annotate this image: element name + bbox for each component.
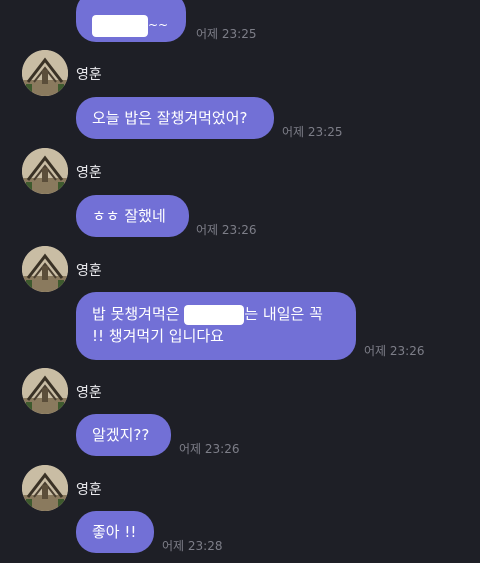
message-bubble[interactable]: 밥 못챙겨먹은 는 내일은 꼭 !! 챙겨먹기 입니다요	[76, 292, 356, 360]
message-text: ~~	[148, 18, 169, 32]
message-timestamp: 어제 23:26	[364, 344, 425, 358]
message-text: 좋아 !!	[92, 523, 137, 541]
avatar-photo-icon[interactable]	[22, 148, 68, 194]
sender-name: 영훈	[76, 263, 102, 279]
message-text-part: 는 내일은 꼭	[244, 305, 323, 323]
chat-message-list[interactable]: ~~ 어제 23:25 영훈 오늘 밥은 잘챙겨먹었어? 어제 23:25 영훈…	[0, 0, 480, 563]
message-bubble[interactable]: ㅎㅎ 잘했네	[76, 195, 189, 237]
avatar-photo-icon[interactable]	[22, 246, 68, 292]
message-bubble[interactable]: ~~	[76, 0, 186, 42]
sender-name: 영훈	[76, 385, 102, 401]
message-text: ㅎㅎ 잘했네	[92, 207, 166, 225]
sender-name: 영훈	[76, 67, 102, 83]
redacted-text	[184, 304, 245, 325]
message-timestamp: 어제 23:25	[196, 27, 257, 41]
message-text: 알겠지??	[92, 426, 150, 444]
message-timestamp: 어제 23:26	[196, 223, 257, 237]
sender-name: 영훈	[76, 482, 102, 498]
message-bubble[interactable]: 좋아 !!	[76, 511, 154, 553]
message-text: 오늘 밥은 잘챙겨먹었어?	[92, 109, 248, 127]
message-timestamp: 어제 23:28	[162, 539, 223, 553]
message-text-part: 밥 못챙겨먹은	[92, 305, 185, 323]
message-text: !! 챙겨먹기 입니다요	[92, 327, 224, 345]
sender-name: 영훈	[76, 165, 102, 181]
avatar-photo-icon[interactable]	[22, 465, 68, 511]
message-bubble[interactable]: 오늘 밥은 잘챙겨먹었어?	[76, 97, 274, 139]
avatar-photo-icon[interactable]	[22, 50, 68, 96]
message-timestamp: 어제 23:25	[282, 125, 343, 139]
avatar-photo-icon[interactable]	[22, 368, 68, 414]
redacted-text	[92, 14, 148, 37]
message-timestamp: 어제 23:26	[179, 442, 240, 456]
message-bubble[interactable]: 알겠지??	[76, 414, 171, 456]
